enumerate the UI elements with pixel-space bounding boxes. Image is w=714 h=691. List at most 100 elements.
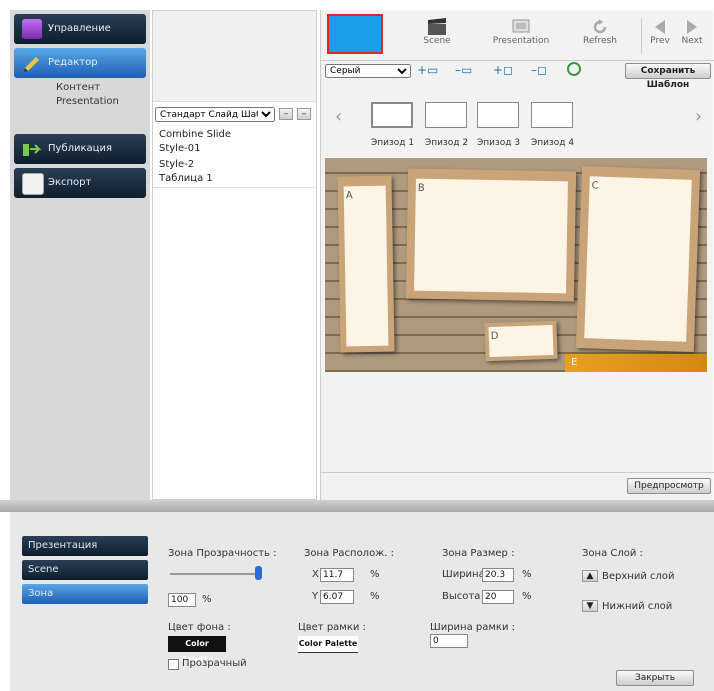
presentation-label: Presentation — [492, 36, 550, 46]
frame-color-palette-button[interactable]: Color Palette — [298, 636, 358, 653]
layer-up-label: Верхний слой — [602, 571, 675, 582]
remove-template-button[interactable]: – — [297, 108, 311, 120]
zone-d[interactable]: D — [484, 320, 558, 362]
zone-d-label: D — [490, 330, 499, 343]
subitem-presentation[interactable]: Presentation — [56, 96, 119, 107]
transparency-slider-handle[interactable] — [255, 566, 262, 580]
zone-a[interactable]: A — [337, 175, 395, 353]
width-unit: % — [522, 569, 532, 580]
thumbnails-next-arrow[interactable]: › — [695, 106, 702, 127]
preview-button[interactable]: Предпросмотр — [627, 478, 711, 494]
list-divider — [153, 187, 316, 188]
nav-publish[interactable]: Публикация — [14, 134, 146, 164]
layer-down-button[interactable]: ▼ — [582, 600, 598, 612]
thumbnail-label: Эпизод 3 — [477, 138, 521, 148]
thumbnail-1[interactable] — [371, 102, 413, 128]
list-item[interactable]: Style-2 — [159, 159, 194, 170]
tab-zone[interactable]: Зона — [22, 584, 148, 604]
monitor-icon — [22, 19, 42, 39]
save-template-button[interactable]: Сохранить Шаблон — [625, 63, 711, 90]
pos-y-input[interactable]: 6.07 — [320, 590, 354, 604]
zone-e[interactable]: E — [565, 354, 707, 372]
add-template-button[interactable]: – — [279, 108, 293, 120]
next-label: Next — [681, 36, 703, 46]
bg-color-title: Цвет фона : — [168, 622, 231, 633]
refresh-icon — [593, 19, 607, 34]
nav-editor[interactable]: Редактор — [14, 48, 146, 78]
zone-b-label: B — [417, 182, 425, 194]
left-navigation: Управление Редактор Контент Presentation… — [10, 10, 150, 500]
list-item[interactable]: Таблица 1 — [159, 173, 213, 184]
pos-x-unit: % — [370, 569, 380, 580]
panel-splitter[interactable] — [0, 500, 714, 512]
zoom-in-icon[interactable] — [567, 62, 581, 76]
remove-column-button[interactable]: –▭ — [455, 63, 472, 77]
size-title: Зона Размер : — [442, 548, 515, 559]
thumbnail-2[interactable] — [425, 102, 467, 128]
nav-export-label: Экспорт — [48, 177, 92, 188]
scene-button[interactable]: Scene — [417, 14, 457, 58]
thumbnail-label: Эпизод 1 — [371, 138, 415, 148]
transparent-label: Прозрачный — [182, 658, 247, 669]
pos-x-label: X — [312, 569, 319, 580]
layer-down-label: Нижний слой — [602, 601, 673, 612]
refresh-label: Refresh — [583, 36, 617, 46]
tab-scene[interactable]: Scene — [22, 560, 148, 580]
pos-x-input[interactable]: 11.7 — [320, 568, 354, 582]
zone-c[interactable]: C — [575, 165, 701, 353]
zone-b[interactable]: B — [405, 168, 577, 302]
prev-button[interactable]: Prev — [645, 14, 675, 58]
transparency-unit: % — [202, 594, 212, 605]
width-input[interactable]: 20.3 — [482, 568, 514, 582]
next-button[interactable]: Next — [677, 14, 707, 58]
transparent-checkbox[interactable] — [168, 659, 179, 670]
add-column-button[interactable]: +▭ — [417, 63, 438, 77]
transparency-slider-track[interactable] — [170, 573, 260, 575]
zone-c-label: C — [591, 180, 599, 192]
add-zone-button[interactable]: +◻ — [493, 63, 513, 77]
remove-zone-button[interactable]: –◻ — [531, 63, 547, 77]
template-category-select[interactable]: Стандарт Слайд Шаблон — [155, 107, 275, 122]
layout-canvas[interactable]: A B C D E — [325, 158, 707, 372]
scene-label: Scene — [423, 36, 451, 46]
document-icon — [22, 173, 44, 195]
color-swatch[interactable] — [327, 14, 383, 54]
height-label: Высота — [442, 591, 481, 602]
nav-export[interactable]: Экспорт — [14, 168, 146, 198]
close-button[interactable]: Закрыть — [616, 670, 694, 686]
frame-width-input[interactable]: 0 — [430, 634, 468, 648]
nav-manage-label: Управление — [48, 23, 111, 34]
tab-presentation[interactable]: Презентация — [22, 536, 148, 556]
refresh-button[interactable]: Refresh — [575, 14, 625, 58]
presentation-icon — [512, 19, 530, 33]
height-input[interactable]: 20 — [482, 590, 514, 604]
pencil-icon — [22, 53, 42, 73]
thumbnail-4[interactable] — [531, 102, 573, 128]
thumbnail-3[interactable] — [477, 102, 519, 128]
pos-y-unit: % — [370, 591, 380, 602]
bg-color-palette-button[interactable]: Color Palette — [168, 636, 226, 664]
position-title: Зона Располож. : — [304, 548, 394, 559]
preview-divider — [321, 472, 714, 473]
thumbnail-label: Эпизод 2 — [425, 138, 469, 148]
list-item[interactable]: Style-01 — [159, 143, 200, 154]
publish-icon — [22, 139, 42, 159]
triangle-right-icon — [687, 20, 697, 34]
presentation-button[interactable]: Presentation — [491, 14, 551, 58]
thumbnails-prev-arrow[interactable]: ‹ — [335, 106, 342, 127]
transparency-input[interactable]: 100 — [168, 593, 196, 607]
layer-up-button[interactable]: ▲ — [582, 570, 598, 582]
layout-select[interactable]: Серый — [325, 64, 411, 78]
thumbnail-label: Эпизод 4 — [531, 138, 575, 148]
toolbar-separator — [321, 60, 714, 61]
nav-manage[interactable]: Управление — [14, 14, 146, 44]
pos-y-label: Y — [312, 591, 319, 602]
layer-title: Зона Слой : — [582, 548, 643, 559]
frame-color-title: Цвет рамки : — [298, 622, 366, 633]
list-item[interactable]: Combine Slide — [159, 129, 231, 140]
nav-publish-label: Публикация — [48, 143, 112, 154]
subitem-content[interactable]: Контент — [56, 82, 100, 93]
triangle-left-icon — [655, 20, 665, 34]
zone-e-label: E — [571, 357, 578, 368]
template-list-panel: Стандарт Слайд Шаблон – – Combine Slide … — [152, 10, 317, 500]
